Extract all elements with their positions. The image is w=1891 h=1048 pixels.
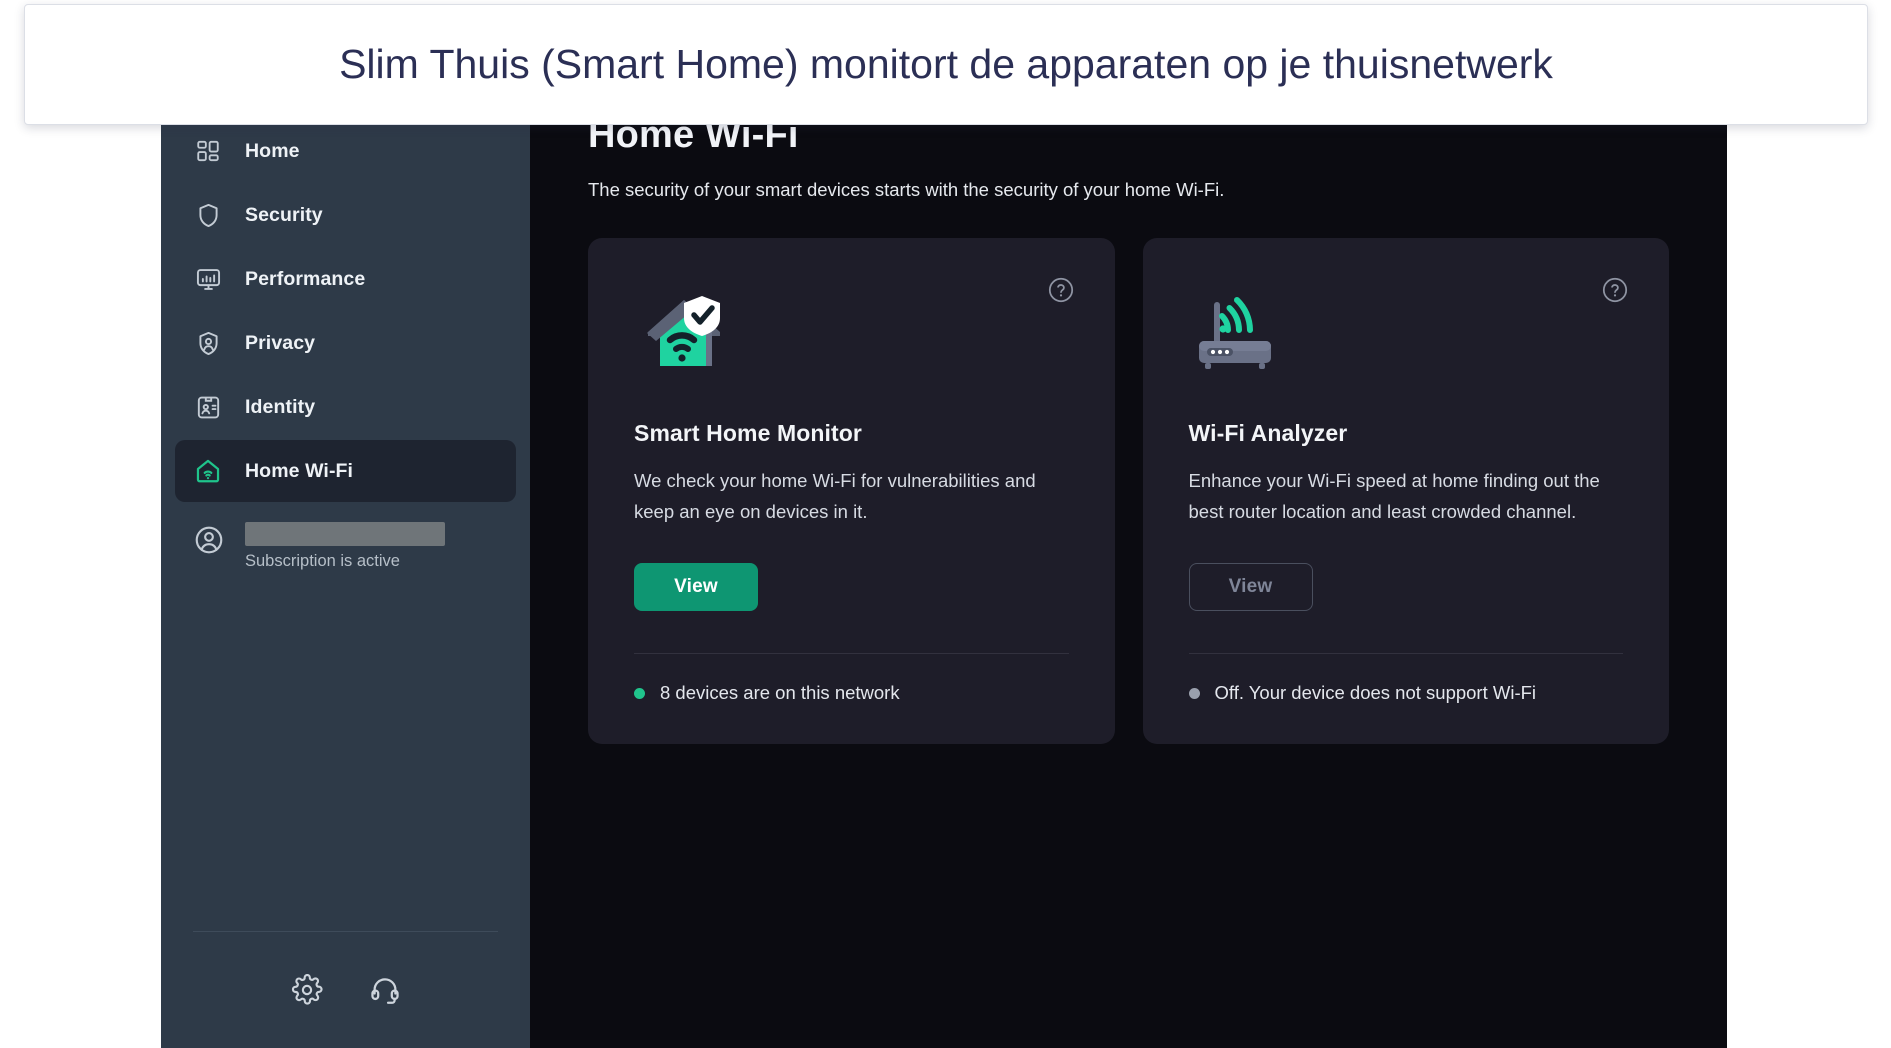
dashboard-grid-icon — [193, 136, 223, 166]
sidebar-item-label: Performance — [245, 267, 366, 290]
shield-icon — [193, 200, 223, 230]
card-description: Enhance your Wi-Fi speed at home finding… — [1188, 470, 1600, 522]
gear-icon[interactable] — [291, 973, 323, 1006]
sidebar-item-privacy[interactable]: Privacy — [175, 312, 516, 374]
card-title: Smart Home Monitor — [634, 420, 862, 446]
subscription-status: Subscription is active — [245, 552, 400, 570]
sidebar-item-security[interactable]: Security — [175, 184, 516, 246]
privacy-shield-icon — [193, 328, 223, 358]
card-divider — [1188, 653, 1623, 654]
sidebar-item-label: Security — [245, 203, 323, 226]
user-circle-icon — [193, 524, 225, 556]
sidebar-item-label: Home Wi-Fi — [245, 459, 354, 482]
id-card-icon — [193, 392, 223, 422]
house-wifi-icon — [193, 456, 223, 486]
headset-icon[interactable] — [369, 974, 401, 1006]
house-shield-wifi-icon — [634, 280, 1069, 384]
card-status-row: 8 devices are on this network — [634, 682, 1069, 704]
screenshot-root: Home Security Performance Privacy Identi… — [0, 0, 1891, 1048]
sidebar-item-home[interactable]: Home — [175, 120, 516, 182]
card-title: Wi-Fi Analyzer — [1188, 420, 1348, 446]
sidebar: Home Security Performance Privacy Identi… — [161, 112, 530, 1048]
caption-overlay: Slim Thuis (Smart Home) monitort de appa… — [24, 4, 1868, 125]
sidebar-item-identity[interactable]: Identity — [175, 376, 516, 438]
sidebar-item-home-wifi[interactable]: Home Wi-Fi — [175, 440, 516, 502]
view-button-smart-home-monitor[interactable]: View — [634, 563, 758, 611]
card-smart-home-monitor: Smart Home Monitor We check your home Wi… — [588, 238, 1115, 744]
sidebar-item-performance[interactable]: Performance — [175, 248, 516, 310]
status-dot — [634, 687, 645, 699]
card-wifi-analyzer: Wi-Fi Analyzer Enhance your Wi-Fi speed … — [1142, 238, 1669, 744]
sidebar-nav-list: Home Security Performance Privacy Identi… — [161, 120, 530, 504]
sidebar-item-label: Identity — [245, 395, 316, 418]
account-block[interactable]: Subscription is active — [161, 514, 530, 571]
card-status-row: Off. Your device does not support Wi-Fi — [1188, 682, 1624, 704]
card-description: We check your home Wi-Fi for vulnerabili… — [634, 470, 1036, 522]
sidebar-footer — [161, 932, 530, 1048]
status-dot — [1188, 687, 1200, 699]
caption-text: Slim Thuis (Smart Home) monitort de appa… — [339, 41, 1553, 87]
page-subtitle: The security of your smart devices start… — [588, 179, 1225, 200]
sidebar-item-label: Home — [245, 139, 300, 162]
main-content: Home Wi-Fi The security of your smart de… — [530, 112, 1727, 1048]
question-circle-icon[interactable] — [1601, 276, 1629, 304]
sidebar-item-label: Privacy — [245, 331, 316, 354]
account-name-redacted — [245, 522, 445, 546]
status-text: 8 devices are on this network — [660, 682, 900, 703]
status-text: Off. Your device does not support Wi-Fi — [1214, 682, 1537, 703]
router-wifi-icon — [1189, 280, 1624, 384]
account-text: Subscription is active — [245, 522, 445, 571]
view-button-wifi-analyzer[interactable]: View — [1188, 563, 1313, 611]
monitor-icon — [193, 264, 223, 294]
question-circle-icon[interactable] — [1047, 276, 1075, 304]
card-divider — [634, 653, 1069, 654]
app-window: Home Security Performance Privacy Identi… — [161, 112, 1727, 1048]
feature-cards-row: Smart Home Monitor We check your home Wi… — [588, 238, 1669, 744]
